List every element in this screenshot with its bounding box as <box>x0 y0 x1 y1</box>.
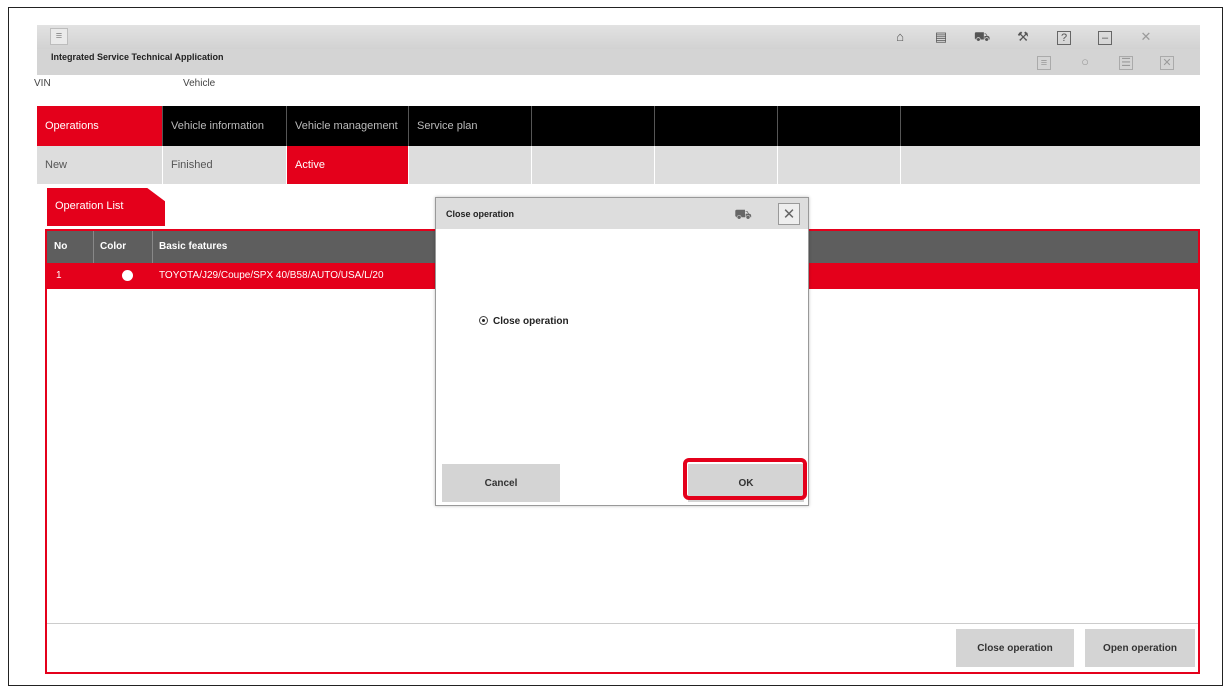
column-divider <box>93 231 94 263</box>
open-operation-button[interactable]: Open operation <box>1085 629 1195 667</box>
close-operation-dialog: Close operation ⛟ ✕ Close operation Canc… <box>435 197 809 506</box>
list-action-bar: Close operation Open operation <box>47 623 1198 672</box>
tab-empty <box>778 106 901 146</box>
close-operation-option[interactable]: Close operation <box>479 316 569 327</box>
top-toolbar: ≡ ⌂ ▤ ⛟ ⚒ ? – ✕ <box>37 25 1200 49</box>
subtab-empty <box>409 146 532 184</box>
dialog-title: Close operation <box>446 209 515 219</box>
close-icon[interactable]: ✕ <box>778 203 800 225</box>
vehicle-icon[interactable]: ⛟ <box>971 27 993 47</box>
vehicle-info-bar: VIN Vehicle <box>34 75 1200 93</box>
notes-icon[interactable]: ≡ <box>1033 52 1055 72</box>
close-icon[interactable]: ✕ <box>1135 27 1157 47</box>
menu-icon[interactable]: ≡ <box>50 28 68 45</box>
row-basic-features: TOYOTA/J29/Coupe/SPX 40/B58/AUTO/USA/L/2… <box>159 270 384 281</box>
row-number: 1 <box>56 270 62 281</box>
vehicle-label: Vehicle <box>183 78 216 89</box>
color-indicator <box>122 270 133 281</box>
tab-operations[interactable]: Operations <box>37 106 163 146</box>
tab-empty <box>655 106 778 146</box>
tab-vehicle-management[interactable]: Vehicle management <box>287 106 409 146</box>
ok-button[interactable]: OK <box>688 464 804 502</box>
settings-icon[interactable]: ○ <box>1074 52 1096 72</box>
cancel-button[interactable]: Cancel <box>442 464 560 502</box>
list-icon[interactable]: ☰ <box>1115 52 1137 72</box>
home-icon[interactable]: ⌂ <box>889 27 911 47</box>
operation-list-label: Operation List <box>55 200 124 212</box>
subtab-active[interactable]: Active <box>287 146 409 184</box>
help-icon[interactable]: ? <box>1053 27 1075 47</box>
option-label: Close operation <box>493 316 569 327</box>
subtab-empty <box>532 146 655 184</box>
tab-service-plan[interactable]: Service plan <box>409 106 532 146</box>
dialog-header: Close operation ⛟ ✕ <box>436 198 808 229</box>
column-header-color[interactable]: Color <box>100 241 126 252</box>
app-title: Integrated Service Technical Application <box>51 52 224 62</box>
minimize-icon[interactable]: – <box>1094 27 1116 47</box>
subtab-new[interactable]: New <box>37 146 163 184</box>
main-tab-bar: Operations Vehicle information Vehicle m… <box>37 106 1200 146</box>
vehicle-icon[interactable]: ⛟ <box>732 203 754 225</box>
close-icon[interactable]: ✕ <box>1156 52 1178 72</box>
id-card-icon[interactable]: ▤ <box>930 27 952 47</box>
close-operation-button[interactable]: Close operation <box>956 629 1074 667</box>
subtab-empty <box>778 146 901 184</box>
title-bar: Integrated Service Technical Application… <box>37 49 1200 75</box>
vin-label: VIN <box>34 78 51 89</box>
tab-vehicle-information[interactable]: Vehicle information <box>163 106 287 146</box>
radio-button-icon[interactable] <box>479 316 488 325</box>
column-divider <box>152 231 153 263</box>
tab-operation-list[interactable]: Operation List <box>47 188 165 226</box>
column-header-basic-features[interactable]: Basic features <box>159 241 227 252</box>
sub-tab-bar: New Finished Active <box>37 146 1200 184</box>
subtab-finished[interactable]: Finished <box>163 146 287 184</box>
wrench-icon[interactable]: ⚒ <box>1012 27 1034 47</box>
tab-empty <box>532 106 655 146</box>
column-header-no[interactable]: No <box>54 241 67 252</box>
subtab-empty <box>655 146 778 184</box>
